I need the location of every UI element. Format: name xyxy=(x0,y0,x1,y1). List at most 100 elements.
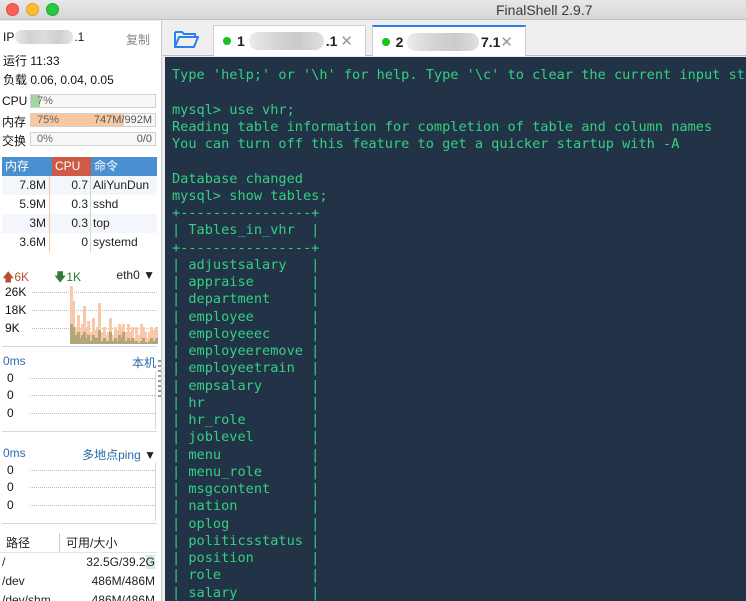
process-memory: 5.9M xyxy=(2,195,50,214)
terminal-line: | employeeec | xyxy=(172,325,320,342)
load-label: 负载 xyxy=(3,73,28,87)
process-cpu: 0.7 xyxy=(50,176,91,195)
minimize-window-button[interactable] xyxy=(26,3,39,16)
terminal-line: | nation | xyxy=(172,498,320,515)
host-redacted xyxy=(407,32,479,51)
process-command: AliYunDun xyxy=(93,178,150,192)
arrow-up-icon: 🡅 xyxy=(2,270,15,284)
uptime-label: 运行 xyxy=(3,54,28,68)
terminal-line: | employeetrain | xyxy=(172,360,320,377)
latency-local-ms: 0ms xyxy=(3,354,26,368)
tab-host-suffix: .1 xyxy=(325,33,338,49)
caret-down-icon: ▼ xyxy=(143,268,155,282)
traffic-bars xyxy=(70,286,158,344)
usage-highlight: G xyxy=(145,555,155,569)
disk-table: 路径 可用/大小 / 32.5G/39.2G /dev 486M/486M /d… xyxy=(0,533,157,601)
terminal-line: | salary | xyxy=(172,584,320,601)
close-window-button[interactable] xyxy=(6,3,19,16)
load-value: 0.06, 0.04, 0.05 xyxy=(30,73,114,87)
terminal-line: | politicsstatus | xyxy=(172,532,320,549)
process-row[interactable]: 5.9M 0.3 sshd xyxy=(2,195,157,214)
process-memory: 7.8M xyxy=(2,176,50,195)
network-chart: 26K 18K 9K xyxy=(2,284,158,346)
session-tab-bar: 1 .1 ✕ 2 7.1 ✕ xyxy=(163,21,746,56)
terminal-line: | role | xyxy=(172,567,320,584)
terminal-line: Database changed xyxy=(172,170,303,187)
terminal-line: | menu | xyxy=(172,446,320,463)
zoom-window-button[interactable] xyxy=(46,3,59,16)
terminal-line: | department | xyxy=(172,291,320,308)
arrow-down-icon: 🡇 xyxy=(54,270,67,284)
host-redacted xyxy=(248,32,324,50)
copy-ip-button[interactable]: 复制 xyxy=(126,31,150,48)
process-row[interactable]: 3.6M 0 systemd xyxy=(2,233,157,252)
close-tab-icon[interactable]: ✕ xyxy=(340,32,353,50)
terminal-line: | appraise | xyxy=(172,274,320,290)
latency-local-label[interactable]: 本机 xyxy=(132,354,156,371)
disk-row[interactable]: / 32.5G/39.2G xyxy=(0,553,157,572)
window-controls xyxy=(6,3,59,16)
divider xyxy=(2,523,157,524)
ip-label: IP xyxy=(3,30,15,44)
terminal-line: | employee | xyxy=(172,308,320,325)
y-label: 9K xyxy=(5,321,20,335)
swap-percent: 0% xyxy=(37,133,53,145)
tab-index: 1 xyxy=(237,33,245,49)
disk-row[interactable]: /dev 486M/486M xyxy=(0,572,157,591)
tab-session-1[interactable]: 1 .1 ✕ xyxy=(213,25,366,56)
process-row[interactable]: 7.8M 0.7 AliYunDun xyxy=(2,176,157,195)
process-memory: 3.6M xyxy=(2,233,50,252)
disk-row[interactable]: /dev/shm 486M/486M xyxy=(0,591,157,601)
column-usage[interactable]: 可用/大小 xyxy=(60,533,157,552)
divider xyxy=(2,431,157,432)
terminal-line: Reading table information for completion… xyxy=(172,118,713,135)
tab-index: 2 xyxy=(395,33,404,50)
swap-value: 0/0 xyxy=(136,133,152,145)
memory-percent: 75% xyxy=(37,114,60,126)
y-label: 18K xyxy=(5,303,27,317)
cpu-meter: 7% xyxy=(30,94,156,108)
ip-suffix: .1 xyxy=(74,30,85,44)
interface-select[interactable]: eth0 ▼ xyxy=(116,268,155,282)
terminal-line: | msgcontent | xyxy=(172,481,320,497)
sidebar-resize-handle[interactable] xyxy=(158,360,161,398)
latency-y-label: 0 xyxy=(7,463,14,477)
process-command: systemd xyxy=(93,235,138,249)
terminal-line: | hr | xyxy=(172,394,320,411)
download-bar xyxy=(154,338,158,344)
disk-table-header: 路径 可用/大小 xyxy=(0,533,157,553)
tab-session-2[interactable]: 2 7.1 ✕ xyxy=(372,25,526,56)
column-memory[interactable]: 内存 xyxy=(2,157,52,176)
load-row: 负载 0.06, 0.04, 0.05 xyxy=(3,71,114,88)
disk-usage: 486M/486M xyxy=(91,593,155,601)
terminal-line: | position | xyxy=(172,550,320,566)
swap-label: 交换 xyxy=(2,134,27,148)
terminal-line: | Tables_in_vhr | xyxy=(172,222,320,239)
terminal-line: | hr_role | xyxy=(172,412,320,428)
terminal-line: mysql> use vhr; xyxy=(172,101,295,118)
process-memory: 3M xyxy=(2,214,50,233)
process-row[interactable]: 3M 0.3 top xyxy=(2,214,157,233)
process-command: sshd xyxy=(93,197,119,211)
connected-status-icon xyxy=(223,37,231,45)
column-cpu[interactable]: CPU xyxy=(52,157,91,176)
uptime-row: 运行 11:33 xyxy=(3,52,60,69)
terminal-line: | joblevel | xyxy=(172,429,320,446)
latency-ping-chart xyxy=(30,463,156,521)
column-path[interactable]: 路径 xyxy=(0,533,60,552)
folder-icon[interactable] xyxy=(173,29,199,49)
ip-redacted xyxy=(15,30,74,44)
close-tab-icon[interactable]: ✕ xyxy=(500,33,513,51)
ping-location-select[interactable]: 多地点ping ▼ xyxy=(82,446,156,463)
process-cpu: 0 xyxy=(50,233,91,252)
disk-usage: 32.5G/39.2G xyxy=(86,555,155,569)
window-title: FinalShell 2.9.7 xyxy=(496,2,593,18)
column-command[interactable]: 命令 xyxy=(91,157,157,176)
latency-y-label: 0 xyxy=(7,371,14,385)
terminal-line: | empsalary | xyxy=(172,377,320,394)
uptime-value: 11:33 xyxy=(30,54,60,68)
terminal-output[interactable]: Type 'help;' or '\h' for help. Type '\c'… xyxy=(165,57,746,601)
terminal-line: | adjustsalary | xyxy=(172,256,320,273)
cpu-label: CPU xyxy=(2,94,28,108)
